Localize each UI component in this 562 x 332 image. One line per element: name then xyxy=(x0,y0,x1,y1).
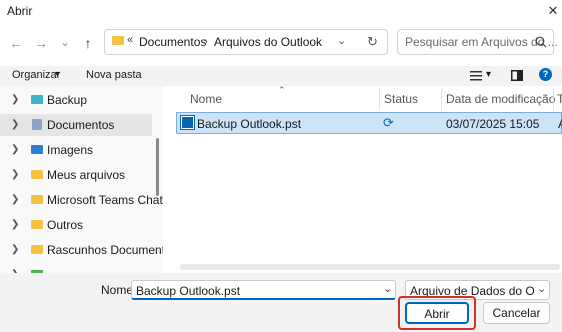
tree-item-label: Documentos xyxy=(47,118,115,132)
file-name-dropdown-icon[interactable]: ⌄ xyxy=(383,282,392,295)
title-bar xyxy=(0,0,562,22)
search-icon[interactable] xyxy=(535,36,547,48)
tree-item-microsoft-teams-chat-files[interactable]: ❯ Microsoft Teams Chat File xyxy=(0,189,163,211)
expand-chevron-icon[interactable]: ❯ xyxy=(11,244,19,255)
tree-item-label: Meus arquivos xyxy=(47,168,126,182)
breadcrumb-arquivos-do-outlook[interactable]: Arquivos do Outlook xyxy=(214,35,322,49)
breadcrumb-separator-icon: › xyxy=(204,34,208,48)
refresh-icon[interactable]: ↻ xyxy=(367,34,378,50)
back-icon[interactable]: ← xyxy=(8,35,24,51)
column-header-status[interactable]: Status xyxy=(384,92,418,106)
view-options-icon[interactable] xyxy=(470,71,482,81)
sort-ascending-icon[interactable]: ⌃ xyxy=(278,85,286,96)
outlook-data-file-icon xyxy=(181,116,194,129)
tree-item-label: Backup xyxy=(47,93,88,107)
search-box[interactable]: Pesquisar em Arquivos do ... xyxy=(397,29,558,55)
close-button[interactable]: ✕ xyxy=(544,0,562,22)
file-type-dropdown-icon[interactable]: ⌄ xyxy=(537,282,546,295)
organize-menu[interactable]: Organizar xyxy=(12,69,60,81)
folder-icon xyxy=(31,220,43,229)
tree-item-label: Rascunhos Documentaçã xyxy=(47,243,163,257)
new-folder-button[interactable]: Nova pasta xyxy=(86,69,142,81)
address-bar[interactable]: « Documentos › Arquivos do Outlook ⌄ ↻ xyxy=(104,29,388,55)
pictures-icon xyxy=(31,145,43,154)
up-icon[interactable]: ↑ xyxy=(80,35,96,51)
organize-caret-icon[interactable]: ▾ xyxy=(55,69,60,80)
expand-chevron-icon[interactable]: ❯ xyxy=(11,119,19,130)
file-row[interactable]: Backup Outlook.pst ⟳ 03/07/2025 15:05 A xyxy=(176,112,562,134)
help-icon[interactable]: ? xyxy=(539,68,552,81)
tree-item-meus-arquivos[interactable]: ❯ Meus arquivos xyxy=(0,164,152,186)
file-name-value: Backup Outlook.pst xyxy=(136,284,241,298)
tree-item-rascunhos[interactable]: ❯ Rascunhos Documentaçã xyxy=(0,239,163,261)
documents-icon xyxy=(32,119,42,130)
folder-icon xyxy=(31,245,43,254)
breadcrumb-overflow-icon[interactable]: « xyxy=(127,34,133,46)
folder-teal-icon xyxy=(31,95,43,104)
tree-item-label: Microsoft Teams Chat File xyxy=(47,193,163,207)
open-button[interactable]: Abrir xyxy=(405,302,469,324)
tree-item-label: Imagens xyxy=(47,143,94,157)
tree-item-partial[interactable]: ❯ xyxy=(0,264,152,273)
column-divider[interactable] xyxy=(379,88,380,110)
folder-icon xyxy=(112,36,124,45)
tree-item-imagens[interactable]: ❯ Imagens xyxy=(0,139,152,161)
tree-item-outros[interactable]: ❯ Outros xyxy=(0,214,152,236)
column-header-type[interactable]: T xyxy=(557,92,562,106)
column-divider[interactable] xyxy=(441,88,442,110)
folder-icon xyxy=(31,170,43,179)
file-type: A xyxy=(558,117,562,131)
expand-chevron-icon[interactable]: ❯ xyxy=(11,194,19,205)
file-name-input[interactable]: Backup Outlook.pst ⌄ xyxy=(131,280,396,300)
window-title: Abrir xyxy=(7,4,33,18)
horizontal-scrollbar[interactable] xyxy=(180,264,560,270)
file-name: Backup Outlook.pst xyxy=(197,117,302,131)
column-header-name[interactable]: Nome xyxy=(190,92,222,106)
breadcrumb-documentos[interactable]: Documentos xyxy=(139,35,206,49)
address-history-icon[interactable]: ⌄ xyxy=(337,34,346,47)
preview-pane-icon[interactable] xyxy=(511,70,523,81)
tree-item-backup[interactable]: ❯ Backup xyxy=(0,89,152,111)
expand-chevron-icon[interactable]: ❯ xyxy=(11,94,19,105)
expand-chevron-icon[interactable]: ❯ xyxy=(11,169,19,180)
expand-chevron-icon[interactable]: ❯ xyxy=(11,219,19,230)
tree-item-documentos[interactable]: ❯ Documentos xyxy=(0,114,152,136)
file-modified: 03/07/2025 15:05 xyxy=(446,117,540,131)
recent-locations-icon[interactable]: ⌄ xyxy=(57,35,73,51)
tree-item-label: Outros xyxy=(47,218,84,232)
column-header-modified[interactable]: Data de modificação xyxy=(446,92,555,106)
cancel-button[interactable]: Cancelar xyxy=(483,302,550,324)
navigation-scrollbar[interactable] xyxy=(156,138,159,196)
folder-icon xyxy=(31,195,43,204)
view-caret-icon[interactable]: ▾ xyxy=(486,69,491,80)
column-divider[interactable] xyxy=(553,88,554,110)
expand-chevron-icon[interactable]: ❯ xyxy=(11,144,19,155)
navigation-pane: ❯ Backup ❯ Documentos ❯ Imagens ❯ Meus a… xyxy=(0,86,163,273)
sync-status-icon: ⟳ xyxy=(383,115,394,130)
forward-icon[interactable]: → xyxy=(33,35,49,51)
